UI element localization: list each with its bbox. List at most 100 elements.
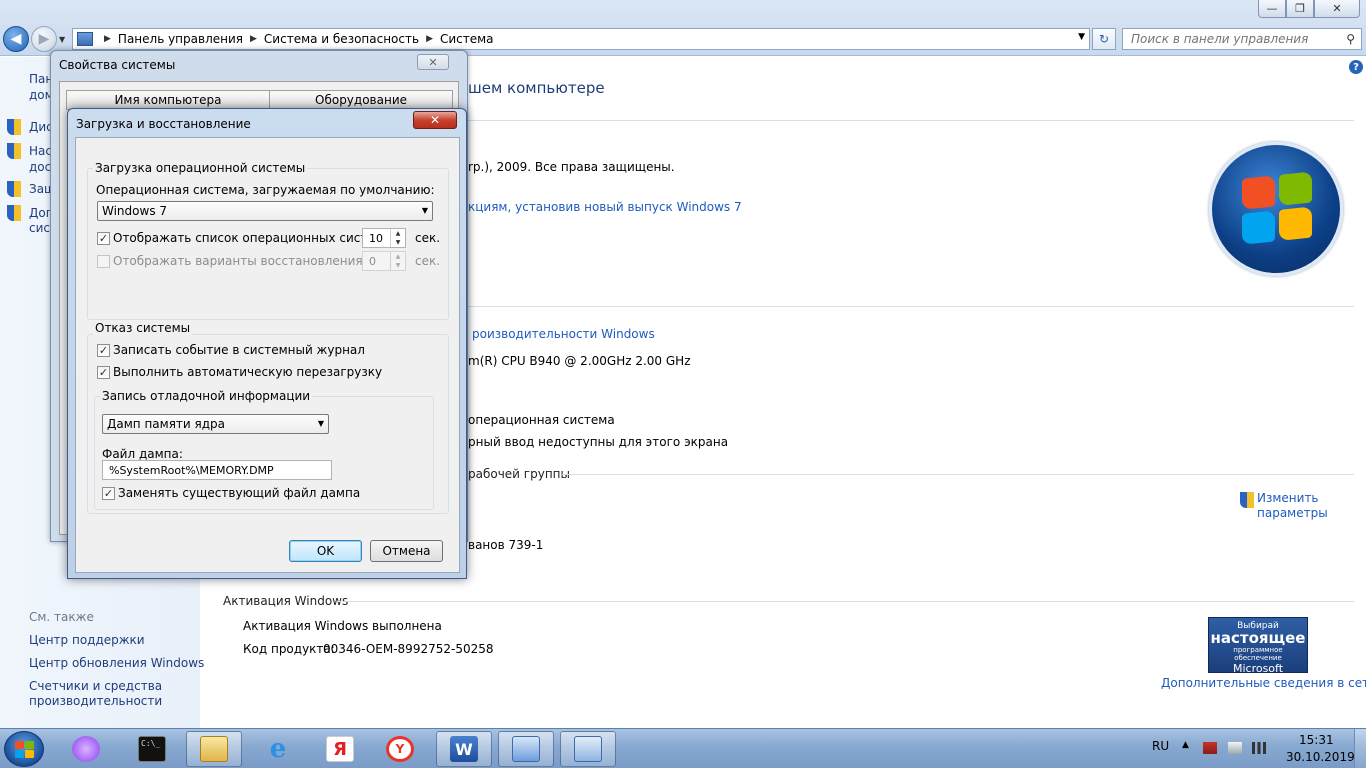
volume-icon[interactable] [1228, 742, 1242, 754]
tab-hardware[interactable]: Оборудование [269, 90, 453, 110]
seconds-label: сек. [415, 254, 441, 268]
address-dropdown-icon[interactable]: ▼ [1078, 32, 1085, 42]
default-os-select[interactable]: Windows 7 ▼ [97, 201, 433, 221]
uac-shield-icon [7, 119, 21, 135]
show-recovery-label: Отображать варианты восстановления: [113, 254, 367, 268]
show-hidden-icons-button[interactable]: ▲ [1182, 740, 1189, 750]
spin-down-icon[interactable]: ▼ [391, 261, 405, 270]
minimize-button[interactable]: — [1258, 0, 1286, 18]
search-icon[interactable]: ⚲ [1346, 32, 1355, 46]
action-center-icon[interactable] [1203, 742, 1217, 754]
boot-group-label: Загрузка операционной системы [93, 161, 308, 175]
auto-restart-checkbox[interactable]: ✓ [97, 366, 110, 379]
clock-time[interactable]: 15:31 [1299, 733, 1334, 747]
failure-group-label: Отказ системы [93, 321, 193, 335]
taskbar-yandex[interactable]: Я [312, 731, 368, 767]
debug-info-group-label: Запись отладочной информации [100, 389, 313, 403]
system-properties-close-button[interactable]: ✕ [417, 54, 449, 70]
taskbar-cmd[interactable]: C:\_ [124, 731, 180, 767]
copyright-text: rp.), 2009. Все права защищены. [468, 160, 675, 174]
debug-type-value: Дамп памяти ядра [107, 417, 226, 431]
taskbar-internet-explorer[interactable]: e [250, 731, 306, 767]
system-type-value: операционная система [468, 413, 615, 427]
os-list-timeout-input[interactable] [363, 229, 391, 247]
divider [468, 306, 1354, 307]
taskbar-explorer[interactable] [186, 731, 242, 767]
control-panel-icon [512, 736, 540, 762]
nav-link-remote-settings[interactable]: Нас [29, 143, 52, 159]
taskbar-alice[interactable] [58, 731, 114, 767]
breadcrumb-control-panel[interactable]: Панель управления [118, 32, 243, 46]
recent-pages-dropdown[interactable]: ▼ [59, 35, 65, 44]
breadcrumb-system[interactable]: Система [440, 32, 494, 46]
change-settings-label-2[interactable]: параметры [1257, 506, 1328, 520]
recovery-timeout-spinner[interactable]: ▲▼ [362, 251, 406, 271]
link-windows-update[interactable]: Центр обновления Windows [29, 656, 204, 671]
genuine-microsoft-badge[interactable]: Выбирай настоящее программное обеспечени… [1208, 617, 1308, 675]
breadcrumb-system-security[interactable]: Система и безопасность [264, 32, 419, 46]
address-bar[interactable]: ▶ Панель управления ▶ Система и безопасн… [72, 28, 1090, 50]
dialog-title: Загрузка и восстановление [76, 117, 251, 131]
back-button[interactable]: ◀ [3, 26, 29, 52]
tab-computer-name[interactable]: Имя компьютера [66, 90, 270, 110]
startup-recovery-dialog: Загрузка и восстановление ✕ Загрузка опе… [67, 108, 467, 579]
chevron-down-icon: ▼ [421, 206, 428, 215]
windows-logo [1209, 142, 1343, 276]
word-icon: W [450, 736, 478, 762]
search-box[interactable]: ⚲ [1122, 28, 1362, 50]
start-button[interactable] [4, 731, 44, 767]
forward-button[interactable]: ▶ [31, 26, 57, 52]
dump-file-field[interactable] [102, 460, 332, 480]
show-desktop-button[interactable] [1354, 729, 1366, 768]
dump-file-input[interactable] [103, 461, 331, 479]
taskbar-yandex-browser[interactable]: Y [372, 731, 428, 767]
chevron-right-icon[interactable]: ▶ [426, 34, 433, 44]
performance-index-link[interactable]: роизводительности Windows [472, 327, 655, 341]
language-indicator[interactable]: RU [1152, 739, 1169, 753]
caption-buttons: — ❐ ✕ [1258, 0, 1360, 18]
chevron-right-icon[interactable]: ▶ [104, 34, 111, 44]
yandex-icon: Я [326, 736, 354, 762]
search-input[interactable] [1123, 29, 1333, 49]
debug-type-select[interactable]: Дамп памяти ядра ▼ [102, 414, 329, 434]
chevron-right-icon[interactable]: ▶ [250, 34, 257, 44]
cancel-button[interactable]: Отмена [370, 540, 443, 562]
spin-down-icon[interactable]: ▼ [391, 238, 405, 247]
write-event-label: Записать событие в системный журнал [113, 343, 365, 357]
help-icon[interactable]: ? [1349, 60, 1363, 74]
refresh-button[interactable]: ↻ [1092, 28, 1116, 50]
network-signal-icon[interactable] [1252, 742, 1266, 754]
default-os-label: Операционная система, загружаемая по умо… [96, 183, 435, 197]
maximize-button[interactable]: ❐ [1286, 0, 1314, 18]
link-performance-tools-2[interactable]: производительности [29, 694, 162, 709]
window-toolbar: — ❐ ✕ ◀ ▶ ▼ ▶ Панель управления ▶ Систем… [0, 0, 1366, 56]
chevron-down-icon: ▼ [317, 419, 324, 428]
change-settings-label-1[interactable]: Изменить [1257, 491, 1319, 505]
write-event-checkbox[interactable]: ✓ [97, 344, 110, 357]
taskbar-system-properties[interactable] [560, 731, 616, 767]
divider [337, 601, 1354, 602]
more-info-online-link[interactable]: Дополнительные сведения в сети... [1161, 676, 1366, 690]
taskbar-control-panel[interactable] [498, 731, 554, 767]
spin-up-icon[interactable]: ▲ [391, 252, 405, 261]
folder-icon [200, 736, 228, 762]
close-button[interactable]: ✕ [1314, 0, 1360, 18]
os-list-timeout-spinner[interactable]: ▲▼ [362, 228, 406, 248]
dump-file-label: Файл дампа: [102, 447, 183, 461]
spin-up-icon[interactable]: ▲ [391, 229, 405, 238]
recovery-timeout-input[interactable] [363, 252, 391, 270]
show-recovery-checkbox[interactable] [97, 255, 110, 268]
activation-status: Активация Windows выполнена [243, 619, 442, 633]
link-performance-tools[interactable]: Счетчики и средства [29, 679, 162, 694]
page-title: шем компьютере [468, 79, 605, 97]
link-action-center[interactable]: Центр поддержки [29, 633, 145, 648]
taskbar-word[interactable]: W [436, 731, 492, 767]
overwrite-dump-checkbox[interactable]: ✓ [102, 487, 115, 500]
clock-date[interactable]: 30.10.2019 [1286, 750, 1355, 764]
dialog-body: Загрузка операционной системы Операционн… [75, 137, 460, 573]
show-os-list-checkbox[interactable]: ✓ [97, 232, 110, 245]
dialog-close-button[interactable]: ✕ [413, 111, 457, 129]
upgrade-windows-link[interactable]: кциям, установив новый выпуск Windows 7 [468, 200, 742, 214]
product-key-value: 00346-OEM-8992752-50258 [323, 642, 494, 656]
ok-button[interactable]: OK [289, 540, 362, 562]
